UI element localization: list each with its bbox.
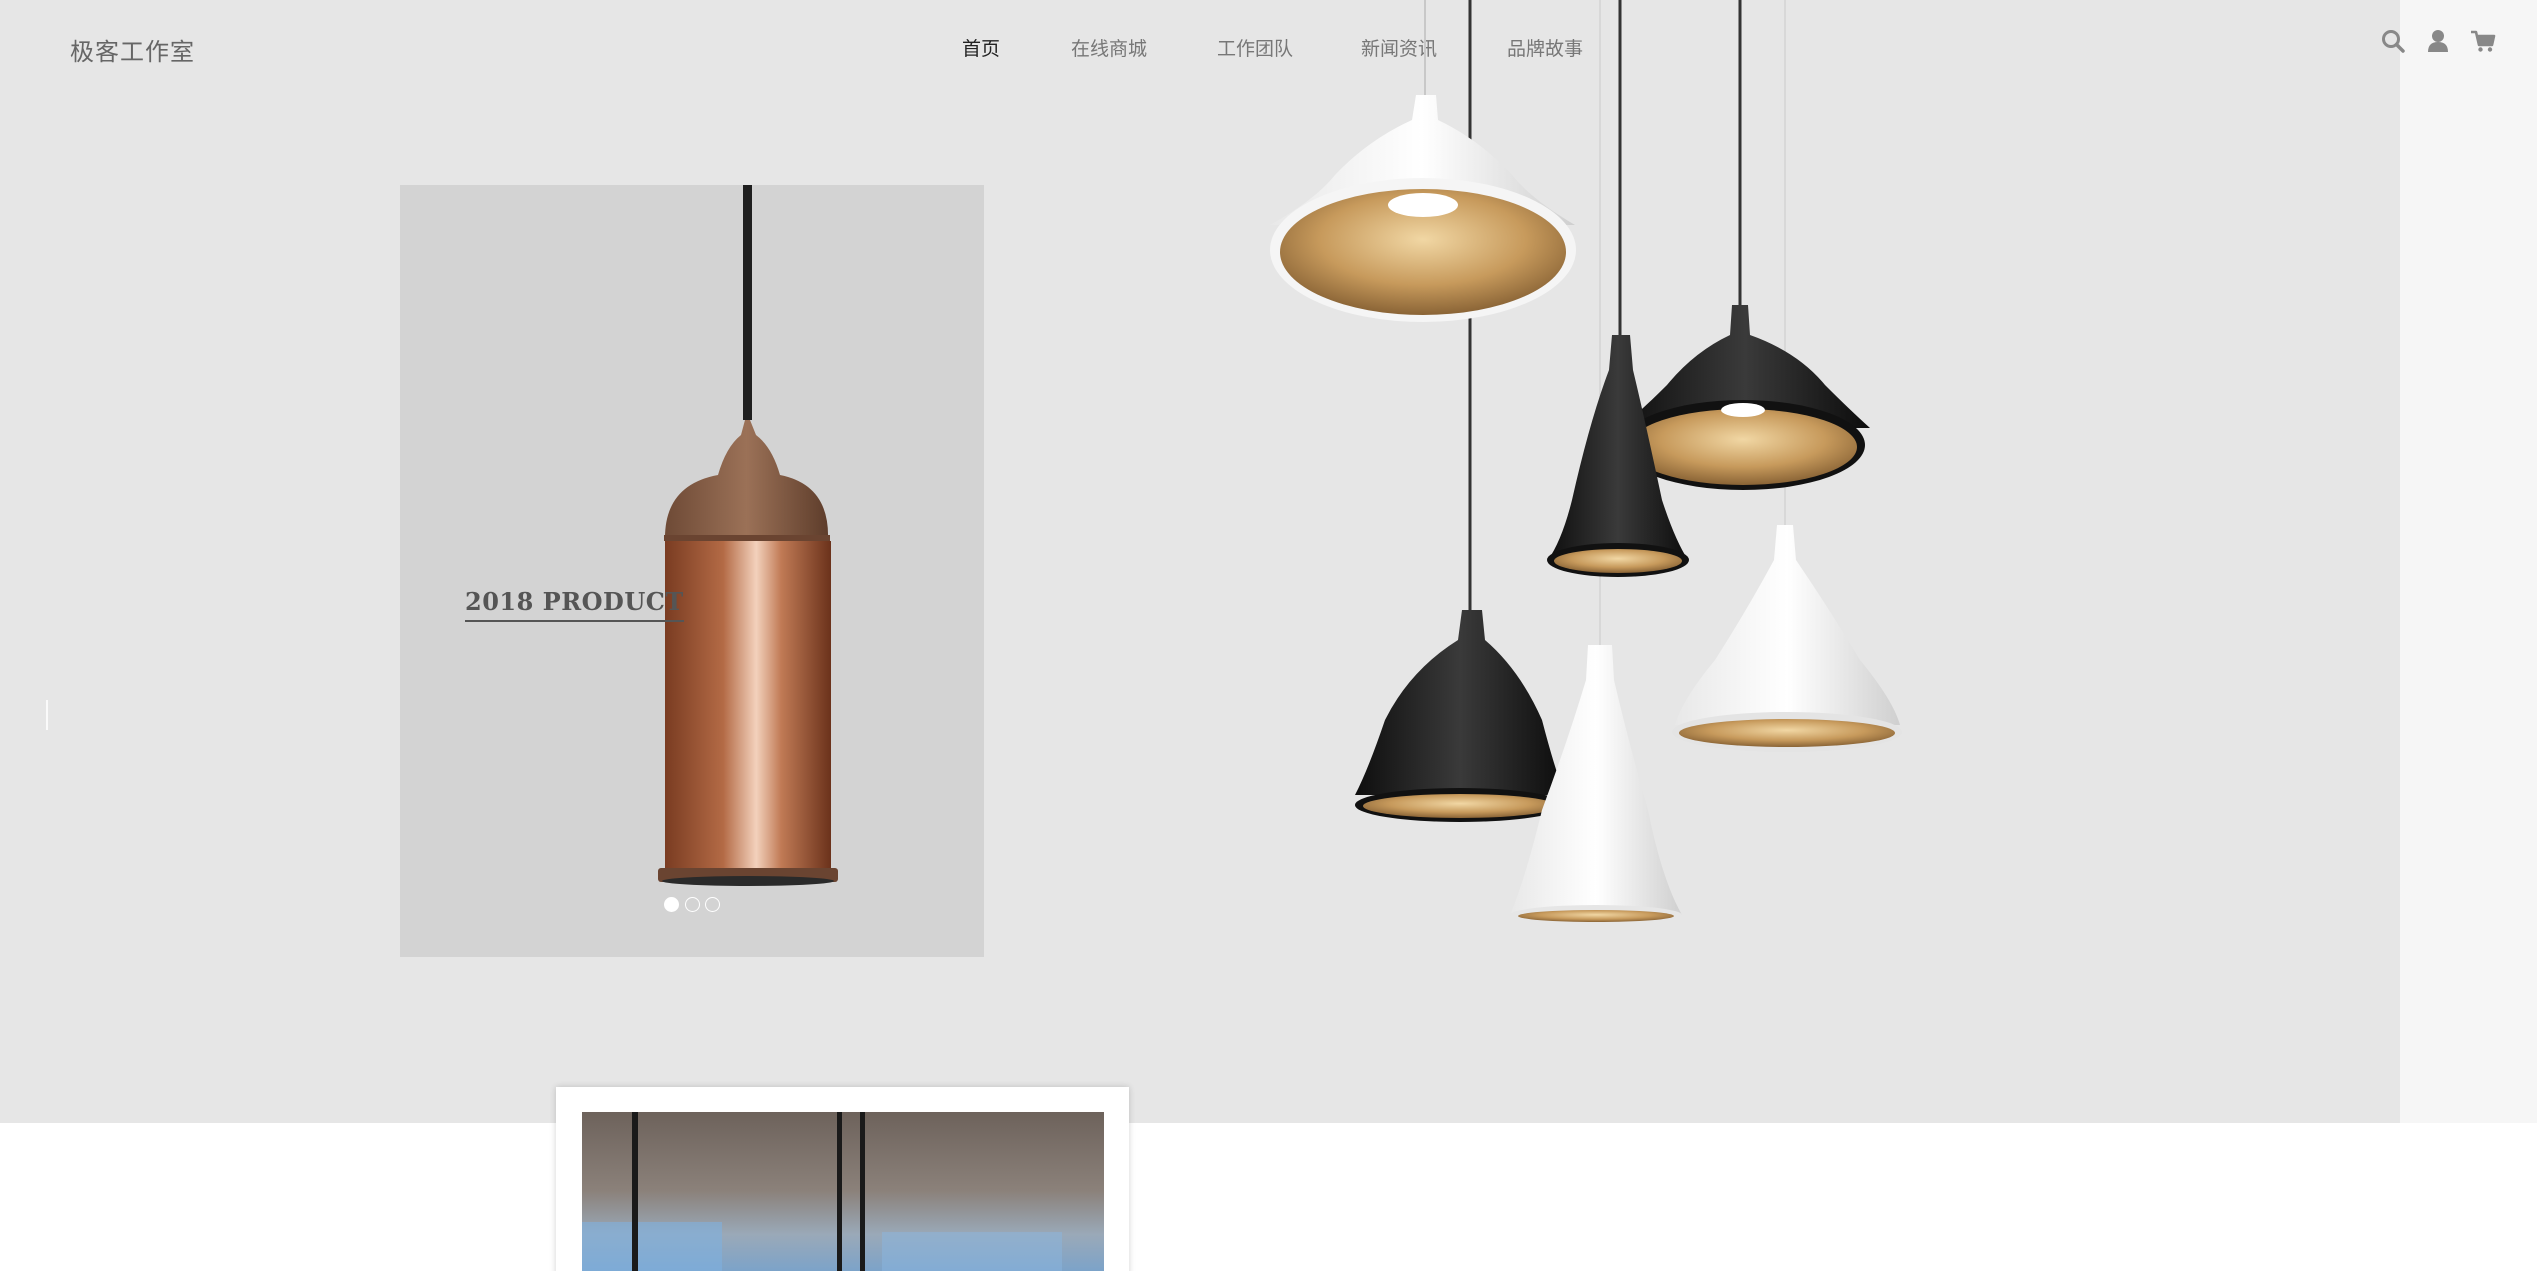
nav-item-home[interactable]: 首页: [962, 34, 1000, 61]
slider-dot-2[interactable]: [685, 897, 700, 912]
featured-product-card[interactable]: 2018 PRODUCT: [400, 185, 984, 957]
site-brand-logo[interactable]: 极客工作室: [70, 32, 195, 67]
user-icon[interactable]: [2423, 26, 2453, 56]
slider-dot-1[interactable]: [664, 897, 679, 912]
slider-prev-arrow[interactable]: [46, 700, 48, 730]
nav-item-online-store[interactable]: 在线商城: [1071, 34, 1147, 61]
copper-pendant-lamp-image: [658, 185, 838, 886]
slide-caption: 2018 PRODUCT: [465, 587, 684, 622]
cart-icon[interactable]: [2468, 26, 2498, 56]
search-icon[interactable]: [2378, 26, 2408, 56]
pendant-lamp-cluster-image: [1270, 0, 1902, 925]
news-preview-image: [582, 1112, 1104, 1271]
slider-dot-3[interactable]: [705, 897, 720, 912]
news-preview-card[interactable]: [556, 1087, 1129, 1271]
right-side-panel: [2400, 0, 2537, 1123]
